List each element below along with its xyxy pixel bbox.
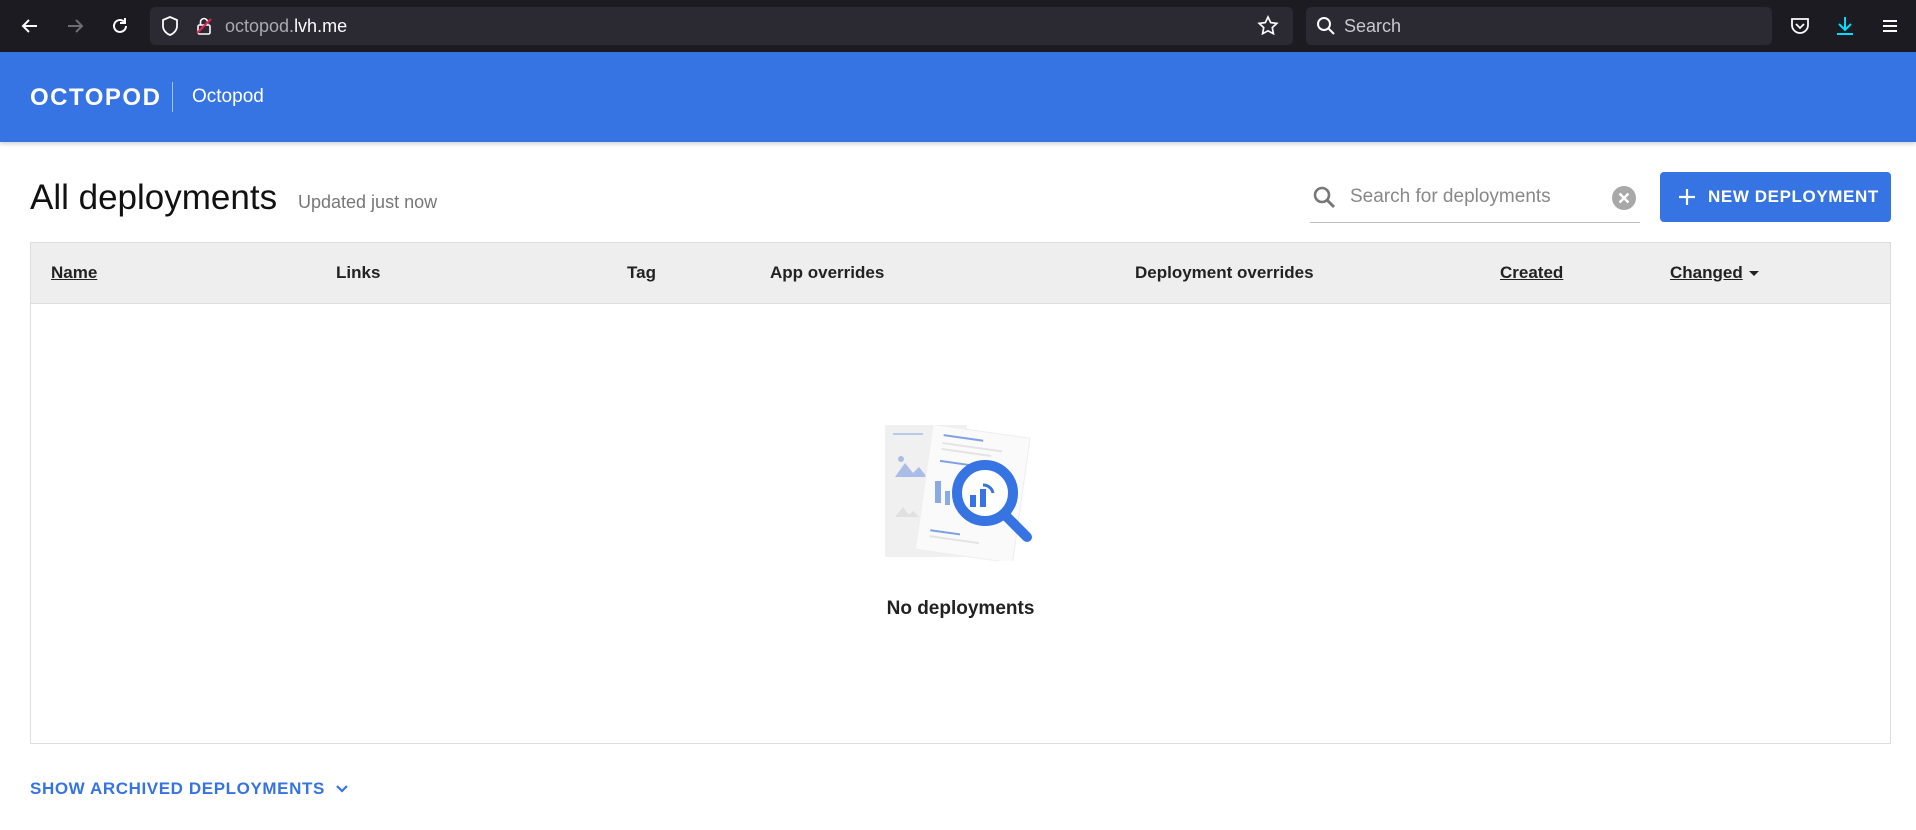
column-app-overrides: App overrides: [770, 263, 885, 282]
updated-status: Updated just now: [298, 192, 438, 212]
search-icon: [1312, 185, 1336, 214]
app-header: OCTOPOD Octopod: [0, 52, 1916, 142]
chevron-down-icon: [335, 784, 349, 794]
url-bar[interactable]: octopod.lvh.me: [150, 7, 1293, 45]
menu-icon[interactable]: [1876, 12, 1904, 40]
browser-search-field[interactable]: Search: [1306, 7, 1772, 45]
column-tag: Tag: [627, 263, 656, 282]
lock-icon[interactable]: [190, 12, 218, 40]
brand-logo[interactable]: OCTOPOD: [30, 84, 161, 112]
browser-search-placeholder: Search: [1344, 16, 1402, 36]
reload-icon[interactable]: [104, 10, 136, 42]
sort-desc-icon: [1748, 271, 1759, 277]
deployment-search-input[interactable]: [1350, 183, 1600, 211]
back-icon[interactable]: [14, 10, 46, 42]
column-deployment-overrides: Deployment overrides: [1135, 263, 1314, 282]
url-host-prefix: octopod.: [225, 16, 295, 36]
column-created[interactable]: Created: [1500, 263, 1563, 283]
new-deployment-button[interactable]: NEW DEPLOYMENT: [1660, 172, 1891, 222]
search-icon: [1312, 12, 1340, 40]
forward-icon[interactable]: [59, 10, 91, 42]
column-changed[interactable]: Changed: [1670, 263, 1743, 282]
plus-icon: [1678, 188, 1696, 206]
table-header: Name Links Tag App overrides Deployment …: [31, 243, 1890, 304]
project-name: Octopod: [192, 86, 264, 107]
pocket-icon[interactable]: [1786, 12, 1814, 40]
url-text: octopod.lvh.me: [225, 16, 347, 37]
column-changed-header[interactable]: Changed: [1670, 263, 1759, 283]
show-archived-toggle[interactable]: SHOW ARCHIVED DEPLOYMENTS: [30, 779, 349, 799]
download-icon[interactable]: [1831, 12, 1859, 40]
column-links: Links: [336, 263, 381, 282]
deployments-table: Name Links Tag App overrides Deployment …: [30, 242, 1891, 744]
column-name[interactable]: Name: [51, 263, 97, 283]
clear-search-icon[interactable]: [1612, 186, 1636, 215]
show-archived-label: SHOW ARCHIVED DEPLOYMENTS: [30, 779, 325, 798]
shield-icon[interactable]: [156, 12, 184, 40]
url-domain: lvh.me: [294, 16, 348, 36]
new-deployment-label: NEW DEPLOYMENT: [1708, 187, 1879, 206]
deployment-search: [1310, 173, 1640, 223]
empty-search-illustration: [885, 424, 1039, 566]
empty-state-text: No deployments: [886, 598, 1035, 619]
page-title: All deployments: [30, 178, 278, 217]
brand-divider: [172, 82, 173, 112]
star-icon[interactable]: [1254, 12, 1282, 40]
browser-toolbar: octopod.lvh.me Search: [0, 0, 1916, 52]
